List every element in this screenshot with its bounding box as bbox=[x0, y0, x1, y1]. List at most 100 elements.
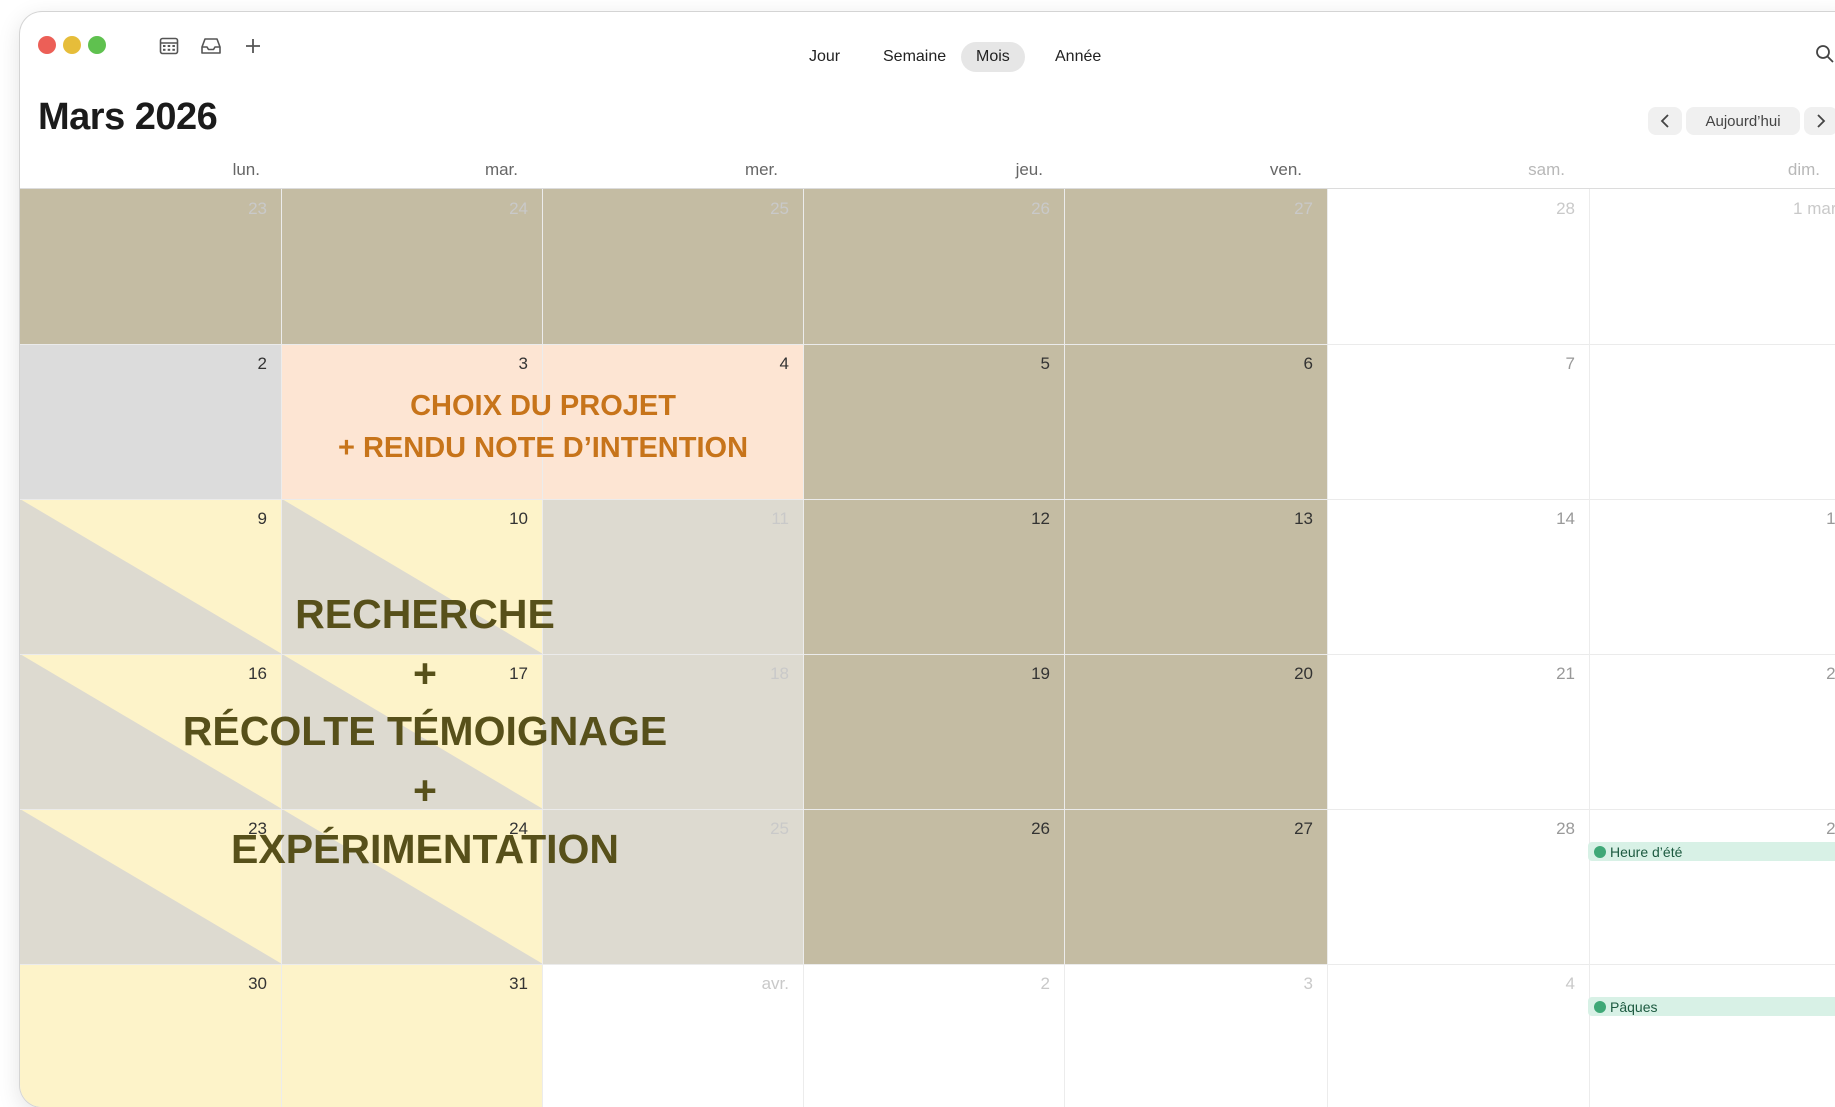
day-number: 5 bbox=[1040, 354, 1050, 373]
minimize-button[interactable] bbox=[63, 36, 81, 54]
calendar-event[interactable]: Heure d’été bbox=[1588, 842, 1835, 861]
weekday-label: ven. bbox=[1269, 160, 1302, 179]
day-cell[interactable]: 5 bbox=[1590, 964, 1835, 1107]
week-row: 30 31 avr. 2 3 45 bbox=[20, 964, 1835, 1107]
next-month-button[interactable] bbox=[1804, 107, 1835, 135]
day-cell[interactable]: 1 mars bbox=[1590, 189, 1835, 344]
day-number: 13 bbox=[1294, 509, 1313, 528]
day-cell[interactable]: 28 bbox=[1328, 809, 1590, 964]
event-label: Heure d’été bbox=[1610, 843, 1683, 860]
day-cell[interactable]: 6 bbox=[1065, 344, 1328, 499]
research-line2: + bbox=[413, 650, 437, 696]
day-cell[interactable]: 2 bbox=[20, 344, 282, 499]
day-number: 25 bbox=[770, 199, 789, 218]
day-number: 23 bbox=[248, 199, 267, 218]
day-cell[interactable]: 2 bbox=[804, 964, 1065, 1107]
day-number: 4 bbox=[1565, 974, 1575, 993]
day-cell[interactable]: 26 bbox=[804, 189, 1065, 344]
day-cell[interactable]: 28 bbox=[1328, 189, 1590, 344]
day-cell[interactable]: 20 bbox=[1065, 654, 1328, 809]
day-number: 2 bbox=[1040, 974, 1050, 993]
day-cell[interactable]: 21 bbox=[1328, 654, 1590, 809]
day-number: 31 bbox=[509, 974, 528, 993]
day-number: 29 bbox=[1826, 819, 1835, 838]
day-number: 24 bbox=[509, 199, 528, 218]
prev-month-button[interactable] bbox=[1648, 107, 1682, 135]
day-number: avr. bbox=[761, 974, 789, 993]
search-icon[interactable] bbox=[1812, 42, 1835, 66]
day-number: 14 bbox=[1556, 509, 1575, 528]
tab-semaine[interactable]: Semaine bbox=[868, 42, 961, 72]
day-number: 2 bbox=[257, 354, 267, 373]
close-button[interactable] bbox=[38, 36, 56, 54]
day-cell[interactable]: 30 bbox=[20, 964, 282, 1107]
day-number: 30 bbox=[248, 974, 267, 993]
calendar-window: Jour Semaine Mois Année Mars 2026 Aujour… bbox=[20, 12, 1835, 1107]
day-cell[interactable]: 22 bbox=[1590, 654, 1835, 809]
zoom-button[interactable] bbox=[88, 36, 106, 54]
day-cell[interactable]: avr. bbox=[543, 964, 804, 1107]
day-cell[interactable]: 31 bbox=[282, 964, 543, 1107]
day-cell[interactable]: 12 bbox=[804, 499, 1065, 654]
month-grid: 2324252627281 mars2345678910111213141516… bbox=[20, 189, 1835, 1107]
calendar-icon[interactable] bbox=[156, 34, 182, 58]
day-number: 7 bbox=[1565, 354, 1575, 373]
weekday-label: lun. bbox=[232, 160, 260, 179]
day-number: 28 bbox=[1556, 819, 1575, 838]
calendar-event[interactable]: Pâques bbox=[1588, 997, 1835, 1016]
day-number: 3 bbox=[1303, 974, 1313, 993]
day-number: 26 bbox=[1031, 819, 1050, 838]
event-label: Pâques bbox=[1610, 998, 1658, 1015]
research-line4: + bbox=[413, 767, 437, 813]
tab-jour[interactable]: Jour bbox=[794, 42, 855, 72]
research-line3: RÉCOLTE TÉMOIGNAGE bbox=[182, 708, 668, 754]
weekday-label: sam. bbox=[1528, 160, 1565, 179]
day-number: 10 bbox=[509, 509, 528, 528]
tab-mois[interactable]: Mois bbox=[961, 42, 1025, 72]
day-cell[interactable]: 3 bbox=[1065, 964, 1328, 1107]
day-cell[interactable]: 25 bbox=[543, 189, 804, 344]
weekday-label: dim. bbox=[1787, 160, 1820, 179]
day-number: 20 bbox=[1294, 664, 1313, 683]
day-cell[interactable]: 4 bbox=[1328, 964, 1590, 1107]
day-number: 4 bbox=[779, 354, 789, 373]
chevron-left-icon bbox=[1660, 114, 1669, 128]
day-cell[interactable]: 27 bbox=[1065, 189, 1328, 344]
weekday-label: mar. bbox=[484, 160, 518, 179]
weekday-label: mer. bbox=[744, 160, 778, 179]
day-cell[interactable]: 7 bbox=[1328, 344, 1590, 499]
globe-icon bbox=[1594, 1000, 1606, 1013]
research-line5: EXPÉRIMENTATION bbox=[231, 826, 619, 872]
day-cell[interactable]: 23 bbox=[20, 189, 282, 344]
tab-annee[interactable]: Année bbox=[1040, 42, 1116, 72]
day-number: 25 bbox=[770, 819, 789, 838]
globe-icon bbox=[1594, 845, 1606, 858]
day-number: 27 bbox=[1294, 819, 1313, 838]
day-number: 3 bbox=[518, 354, 528, 373]
day-cell[interactable]: 8 bbox=[1590, 344, 1835, 499]
day-cell[interactable]: 14 bbox=[1328, 499, 1590, 654]
day-cell[interactable]: 15 bbox=[1590, 499, 1835, 654]
day-cell[interactable]: 27 bbox=[1065, 809, 1328, 964]
project-choice-line1: CHOIX DU PROJET bbox=[410, 390, 676, 422]
today-button[interactable]: Aujourd’hui bbox=[1686, 107, 1800, 135]
inbox-icon[interactable] bbox=[198, 34, 224, 58]
day-cell[interactable]: 13 bbox=[1065, 499, 1328, 654]
day-number: 27 bbox=[1294, 199, 1313, 218]
day-number: 22 bbox=[1826, 664, 1835, 683]
day-cell[interactable]: 26 bbox=[804, 809, 1065, 964]
day-cell[interactable]: 19 bbox=[804, 654, 1065, 809]
day-number: 28 bbox=[1556, 199, 1575, 218]
day-number: 6 bbox=[1303, 354, 1313, 373]
toolbar: Jour Semaine Mois Année bbox=[20, 12, 1835, 72]
day-cell[interactable]: 5 bbox=[804, 344, 1065, 499]
week-row: 23 24 25 26 27 28 1 mars bbox=[20, 189, 1835, 345]
day-number: 19 bbox=[1031, 664, 1050, 683]
day-number: 1 mars bbox=[1793, 199, 1835, 218]
day-cell[interactable]: 29 bbox=[1590, 809, 1835, 964]
day-number: 21 bbox=[1556, 664, 1575, 683]
day-number: 18 bbox=[770, 664, 789, 683]
day-number: 11 bbox=[771, 509, 789, 528]
day-cell[interactable]: 24 bbox=[282, 189, 543, 344]
plus-icon[interactable] bbox=[240, 34, 266, 58]
